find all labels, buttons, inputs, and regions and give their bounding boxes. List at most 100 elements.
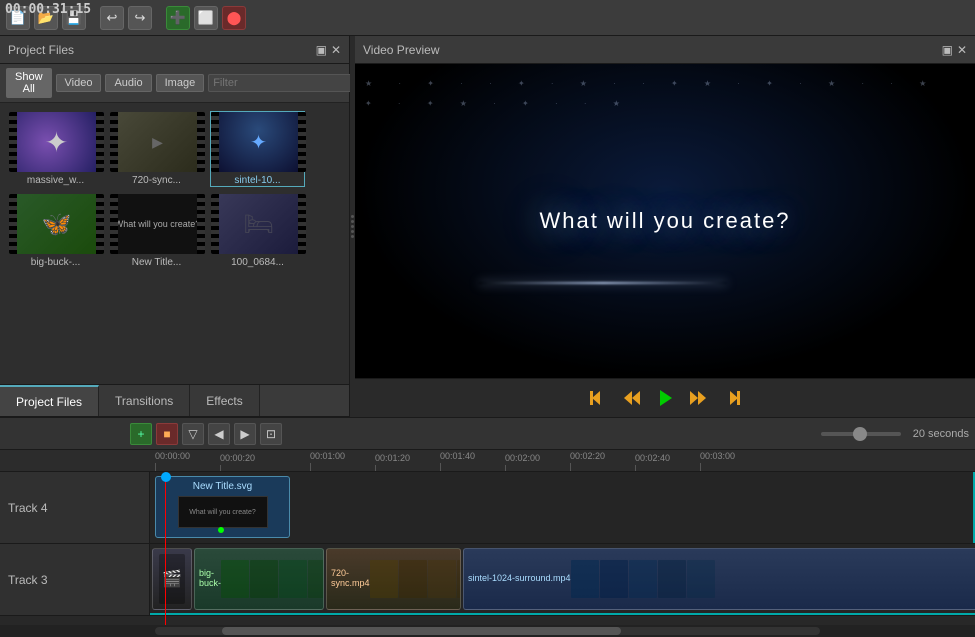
- sintel-clip-thumbs: [571, 560, 715, 598]
- timeline-scroll-thumb[interactable]: [222, 627, 621, 635]
- media-item-massive[interactable]: ✦ massive_w...: [8, 111, 103, 187]
- preview-minimize-icon[interactable]: ▣: [942, 43, 953, 57]
- filter-bar: Show All Video Audio Image 🧹: [0, 64, 349, 103]
- ruler-mark-4: 00:01:40: [440, 451, 475, 471]
- media-item-720sync[interactable]: ▶ 720-sync...: [109, 111, 204, 187]
- ruler-marks-container: 00:00:00 00:00:20 00:01:00 00:01:20 00:0…: [155, 450, 975, 471]
- media-label-bigbuck: big-buck-...: [9, 257, 102, 268]
- timeline: 00:00:31;15 + ■ ▽ ◀ ▶ ⊡ 20 seconds 00:00…: [0, 417, 975, 637]
- tab-transitions[interactable]: Transitions: [99, 385, 190, 416]
- divider-dot-5: [351, 235, 354, 238]
- zoom-track[interactable]: [821, 432, 901, 436]
- sintel-clip[interactable]: sintel-1024-surround.mp4: [463, 548, 975, 610]
- close-panel-icon[interactable]: ✕: [331, 43, 341, 57]
- project-files-header: Project Files ▣ ✕: [0, 36, 349, 64]
- undo-button[interactable]: ↩: [100, 6, 124, 30]
- bottom-tabs: Project Files Transitions Effects: [0, 384, 349, 417]
- m-clip-thumb: 🎬: [159, 554, 185, 604]
- media-item-newtitle[interactable]: What will you create? New Title...: [109, 193, 204, 269]
- ruler-mark-7: 00:02:40: [635, 453, 670, 471]
- preview-title: Video Preview: [363, 43, 440, 57]
- playhead[interactable]: [165, 472, 166, 625]
- video-filter-button[interactable]: Video: [56, 74, 102, 92]
- bigbuck-clip-thumbs: [221, 560, 324, 598]
- media-thumb-bigbuck: 🦋: [9, 194, 104, 254]
- divider-dot-2: [351, 220, 354, 223]
- add-track-button[interactable]: +: [130, 423, 152, 445]
- snap-button[interactable]: ⊡: [260, 423, 282, 445]
- ruler-mark-0: 00:00:00: [155, 451, 190, 471]
- remove-track-button[interactable]: ■: [156, 423, 178, 445]
- media-label-massive: massive_w...: [9, 175, 102, 186]
- media-label-newtitle: New Title...: [110, 257, 203, 268]
- 720sync-clip[interactable]: 720-sync.mp4: [326, 548, 461, 610]
- timeline-scroll-track[interactable]: [155, 627, 820, 635]
- ruler-mark-8: 00:03:00: [700, 451, 735, 471]
- title-clip[interactable]: New Title.svg What will you create?: [155, 476, 290, 538]
- preview-text: What will you create?: [539, 208, 790, 234]
- track-4-label: Track 4: [0, 472, 150, 543]
- fast-forward-button[interactable]: [688, 389, 708, 407]
- media-thumb-720sync: ▶: [110, 112, 205, 172]
- minimize-icon[interactable]: ▣: [316, 43, 327, 57]
- media-item-bigbuck[interactable]: 🦋 big-buck-...: [8, 193, 103, 269]
- tab-effects[interactable]: Effects: [190, 385, 259, 416]
- add-button[interactable]: ➕: [166, 6, 190, 30]
- timeline-scrollbar: [0, 625, 975, 637]
- ruler-mark-2: 00:01:00: [310, 451, 345, 471]
- divider-dot-4: [351, 230, 354, 233]
- title-clip-preview: What will you create?: [178, 496, 268, 528]
- bigbuck-clip[interactable]: big-buck-: [194, 548, 324, 610]
- render-button[interactable]: ⬤: [222, 6, 246, 30]
- rewind-button[interactable]: [622, 389, 642, 407]
- video-preview: What will you create?: [355, 64, 975, 378]
- play-button[interactable]: [654, 387, 676, 409]
- redo-button[interactable]: ↪: [128, 6, 152, 30]
- export-button[interactable]: ⬜: [194, 6, 218, 30]
- tracks-container: Track 4 New Title.svg What will you crea…: [0, 472, 975, 625]
- 720sync-clip-label: 720-sync.mp4: [331, 568, 370, 588]
- image-filter-button[interactable]: Image: [156, 74, 205, 92]
- filter-input[interactable]: [208, 74, 360, 92]
- media-label-sintel: sintel-10...: [211, 175, 304, 186]
- track-3-label: Track 3: [0, 544, 150, 615]
- track-3-name: Track 3: [8, 573, 48, 587]
- track-4-row: Track 4 New Title.svg What will you crea…: [0, 472, 975, 544]
- zoom-label: 20 seconds: [913, 428, 969, 440]
- sintel-clip-label: sintel-1024-surround.mp4: [468, 573, 571, 583]
- main-toolbar: 📄 📂 💾 ↩ ↪ ➕ ⬜ ⬤: [0, 0, 975, 36]
- show-all-button[interactable]: Show All: [6, 68, 52, 98]
- divider-dot-1: [351, 215, 354, 218]
- media-item-100068[interactable]: 🛏 100_0684...: [210, 193, 305, 269]
- media-item-sintel[interactable]: ✦ sintel-10...: [210, 111, 305, 187]
- preview-close-icon[interactable]: ✕: [957, 43, 967, 57]
- filter-timeline-button[interactable]: ▽: [182, 423, 204, 445]
- playhead-head: [161, 472, 171, 482]
- tab-project-files[interactable]: Project Files: [0, 385, 99, 416]
- media-thumb-newtitle: What will you create?: [110, 194, 205, 254]
- ruler-mark-3: 00:01:20: [375, 453, 410, 471]
- track-4-content[interactable]: New Title.svg What will you create?: [150, 472, 975, 543]
- next-marker-button[interactable]: ▶: [234, 423, 256, 445]
- track-3-row: Track 3 🎬 big-buck-: [0, 544, 975, 616]
- 720sync-clip-thumbs: [370, 560, 461, 598]
- preview-controls: [355, 378, 975, 417]
- track-3-content[interactable]: 🎬 big-buck- 720-sync.mp4: [150, 544, 975, 615]
- m-clip[interactable]: 🎬: [152, 548, 192, 610]
- media-thumb-massive: ✦: [9, 112, 104, 172]
- left-panel: Project Files ▣ ✕ Show All Video Audio I…: [0, 36, 350, 417]
- ruler-mark-6: 00:02:20: [570, 451, 605, 471]
- track-3-bottom-indicator: [150, 613, 975, 615]
- rewind-start-button[interactable]: [590, 389, 610, 407]
- forward-end-button[interactable]: [720, 389, 740, 407]
- right-panel: Video Preview ▣ ✕ What will you create?: [355, 36, 975, 417]
- zoom-control: [821, 432, 901, 436]
- zoom-thumb[interactable]: [853, 427, 867, 441]
- audio-filter-button[interactable]: Audio: [105, 74, 151, 92]
- track-4-name: Track 4: [8, 501, 48, 515]
- prev-marker-button[interactable]: ◀: [208, 423, 230, 445]
- media-label-100068: 100_0684...: [211, 257, 304, 268]
- title-clip-name: New Title.svg: [193, 481, 252, 492]
- divider-dot-3: [351, 225, 354, 228]
- time-display: 00:00:31;15: [5, 2, 91, 17]
